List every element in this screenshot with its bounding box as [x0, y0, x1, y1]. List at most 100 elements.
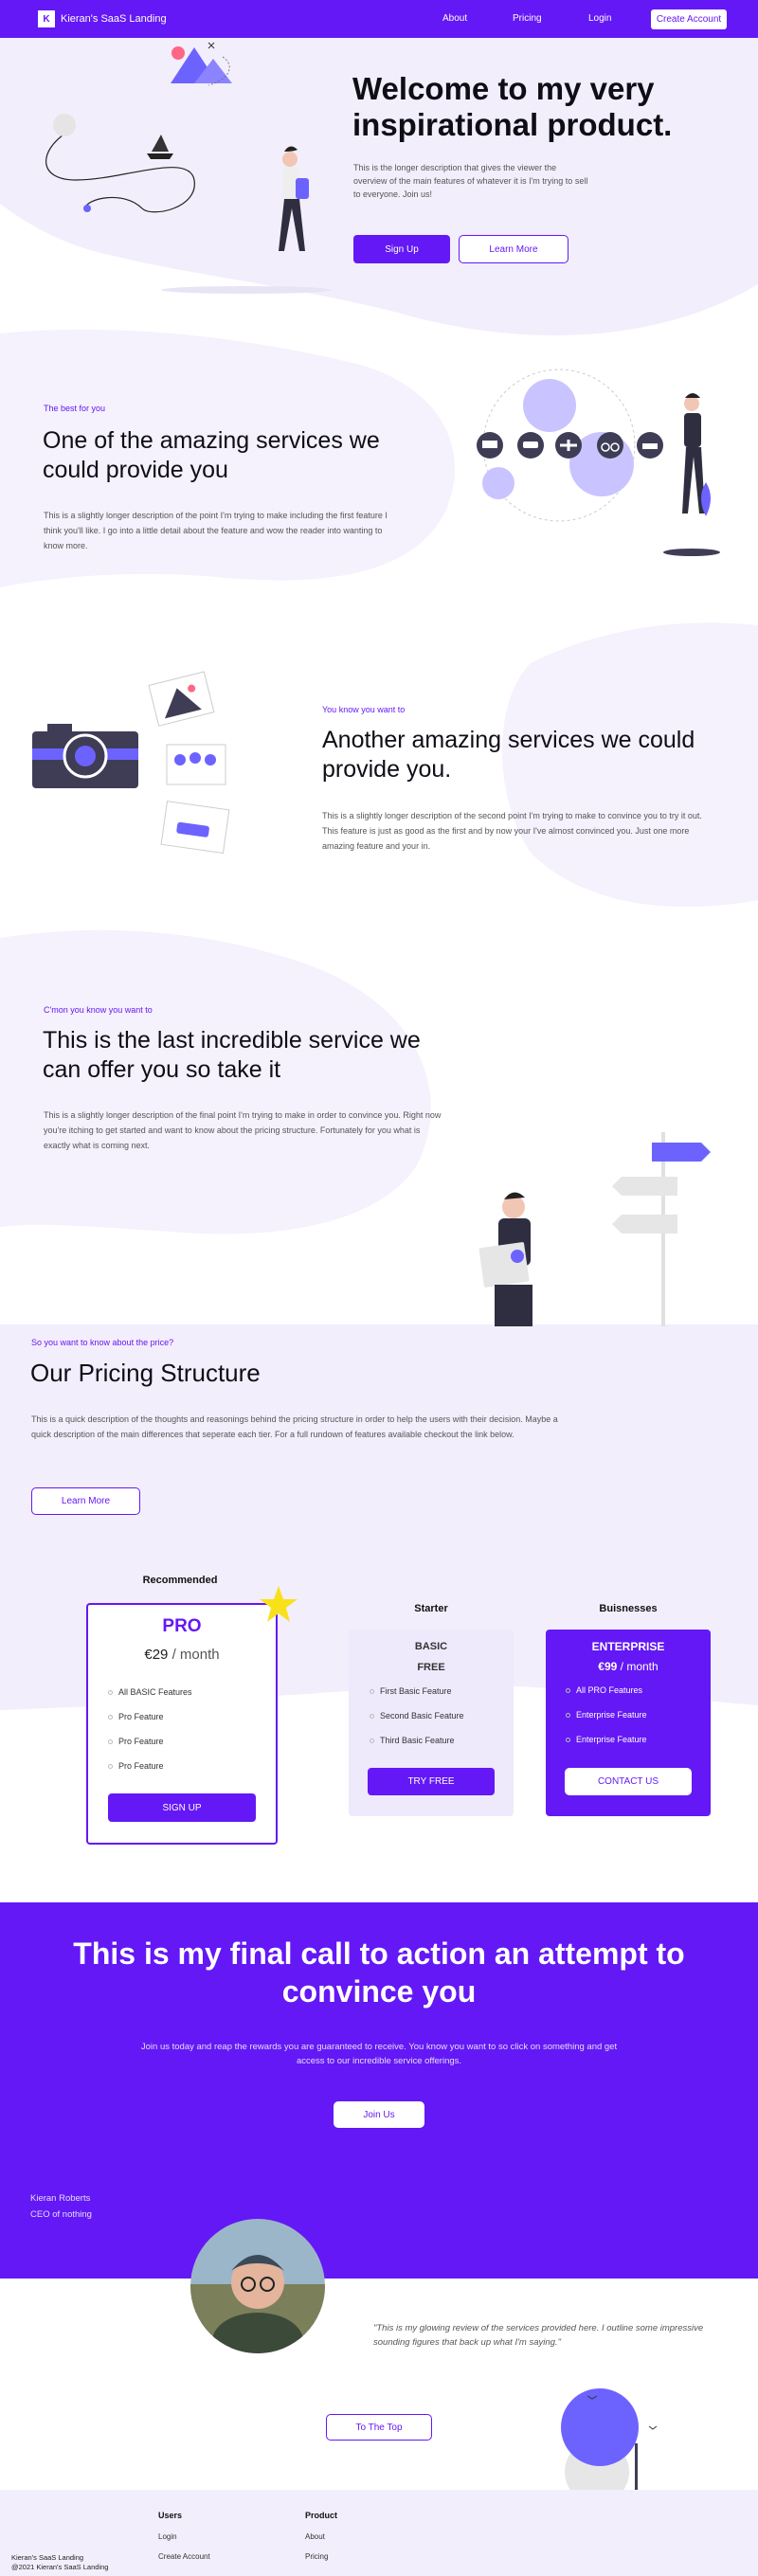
feature-label: Pro Feature [118, 1737, 164, 1746]
photo-trees-icon [166, 744, 226, 785]
plan-price-pro-period: / month [171, 1647, 220, 1663]
footer-link-about[interactable]: About [305, 2532, 325, 2541]
plan-price-basic: FREE [417, 1662, 445, 1673]
avatar [190, 2219, 325, 2353]
pricing-title: Our Pricing Structure [30, 1359, 261, 1387]
photo-mountain-icon [148, 671, 215, 727]
check-icon [566, 1712, 570, 1718]
feature-label: Pro Feature [118, 1712, 164, 1721]
feature1-title: One of the amazing services we could pro… [43, 427, 380, 483]
pricing-learn-more-button[interactable]: Learn More [31, 1487, 140, 1515]
feature-label: Pro Feature [118, 1761, 164, 1771]
plan-feature-enterprise-1: All PRO Features [566, 1685, 642, 1695]
plan-basic-try-free-button[interactable]: TRY FREE [368, 1768, 495, 1795]
plan-name-enterprise: ENTERPRISE [591, 1640, 665, 1653]
plan-feature-pro-4: Pro Feature [108, 1761, 164, 1771]
cta-description: Join us today and reap the rewards you a… [140, 2042, 618, 2066]
brand-logo-icon: K [38, 10, 55, 27]
sign-up-button[interactable]: Sign Up [353, 235, 450, 263]
feature3-illustration [478, 1132, 711, 1326]
feature2-illustration [32, 671, 230, 855]
plan-price-enterprise: €99 / month [546, 1660, 711, 1673]
check-icon [108, 1738, 113, 1744]
map-icon [478, 1242, 530, 1288]
plan-price-enterprise-period: / month [620, 1660, 659, 1673]
feature2-title: Another amazing services we could provid… [322, 727, 695, 783]
pricing-eyebrow: So you want to know about the price? [31, 1338, 174, 1347]
check-icon [108, 1714, 113, 1720]
join-us-button[interactable]: Join Us [334, 2101, 424, 2128]
plan-heading-pro: Recommended [142, 1575, 218, 1586]
check-icon [370, 1688, 374, 1694]
feature-label: Third Basic Feature [380, 1736, 455, 1745]
footer-copyright: @2021 Kieran's SaaS Landing [11, 2563, 109, 2571]
hero-title: Welcome to my very inspirational product… [352, 71, 673, 142]
plan-pro-signup-button[interactable]: SIGN UP [108, 1793, 256, 1822]
plan-feature-enterprise-2: Enterprise Feature [566, 1710, 647, 1720]
feature1-illustration [477, 369, 720, 556]
footer-heading-product: Product [305, 2511, 338, 2520]
hero-learn-more-button[interactable]: Learn More [459, 235, 568, 263]
check-icon [566, 1737, 570, 1742]
testimonial-quote: "This is my glowing review of the servic… [373, 2323, 704, 2348]
create-account-button[interactable]: Create Account [651, 9, 727, 29]
feature-label: Enterprise Feature [576, 1710, 647, 1720]
bed-icon [637, 432, 663, 459]
check-icon [108, 1689, 113, 1695]
feature-label: Second Basic Feature [380, 1711, 464, 1720]
camera-icon [32, 724, 138, 788]
cta-title: This is my final call to action an attem… [73, 1937, 685, 2009]
hero-description: This is the longer description that give… [353, 163, 588, 199]
check-icon [566, 1687, 570, 1693]
plan-heading-basic: Starter [414, 1603, 448, 1614]
car-icon [517, 432, 544, 459]
feature-label: All PRO Features [576, 1685, 643, 1695]
plan-enterprise-contact-button[interactable]: CONTACT US [565, 1768, 692, 1795]
testimonial-role: CEO of nothing [30, 2209, 92, 2220]
feature-label: Enterprise Feature [576, 1735, 647, 1744]
check-icon [370, 1713, 374, 1719]
footer-link-create-account[interactable]: Create Account [158, 2552, 210, 2561]
feature-label: First Basic Feature [380, 1686, 452, 1696]
footer-link-login[interactable]: Login [158, 2532, 177, 2541]
top-navbar: K Kieran's SaaS Landing About Pricing Lo… [0, 0, 758, 38]
plan-name-pro: PRO [162, 1616, 202, 1636]
brand[interactable]: K Kieran's SaaS Landing [38, 10, 167, 27]
plan-feature-enterprise-3: Enterprise Feature [566, 1735, 647, 1744]
photo-car-icon [160, 801, 230, 855]
nav-link-pricing[interactable]: Pricing [513, 13, 542, 24]
feature1-eyebrow: The best for you [44, 404, 106, 413]
sailboat-icon [152, 135, 169, 152]
plan-feature-pro-2: Pro Feature [108, 1712, 164, 1721]
plan-price-pro: €29 / month [86, 1647, 278, 1663]
landing-page: K Kieran's SaaS Landing About Pricing Lo… [0, 0, 758, 2576]
signpost-icon [612, 1143, 711, 1234]
plan-feature-basic-3: Third Basic Feature [370, 1736, 455, 1745]
footer [0, 2490, 758, 2576]
plan-feature-pro-3: Pro Feature [108, 1737, 164, 1746]
feature3-eyebrow: C'mon you know you want to [44, 1005, 153, 1015]
brand-name: Kieran's SaaS Landing [61, 13, 167, 25]
check-icon [370, 1738, 374, 1743]
nav-link-login[interactable]: Login [588, 13, 611, 24]
plan-feature-basic-2: Second Basic Feature [370, 1711, 464, 1720]
to-the-top-button[interactable]: To The Top [326, 2414, 432, 2441]
plan-feature-basic-1: First Basic Feature [370, 1686, 452, 1696]
footer-link-pricing[interactable]: Pricing [305, 2552, 328, 2561]
plan-name-basic: BASIC [414, 1641, 448, 1652]
feature3-title: This is the last incredible service we c… [43, 1027, 421, 1083]
plane-icon [555, 432, 582, 459]
hotel-icon [477, 432, 503, 459]
plan-feature-pro-1: All BASIC Features [108, 1687, 192, 1697]
feature-label: All BASIC Features [118, 1687, 192, 1697]
plan-heading-enterprise: Buisnesses [599, 1603, 658, 1614]
feature2-eyebrow: You know you want to [322, 705, 406, 714]
nav-link-about[interactable]: About [442, 13, 467, 24]
footer-brand: Kieran's SaaS Landing [11, 2553, 84, 2562]
sun-icon [171, 46, 185, 60]
plan-price-enterprise-amount: €99 [598, 1660, 618, 1673]
testimonial-name: Kieran Roberts [30, 2193, 91, 2204]
check-icon [108, 1763, 113, 1769]
pricing-description: This is a quick description of the thoug… [31, 1414, 558, 1439]
plan-price-pro-amount: €29 [144, 1647, 169, 1663]
